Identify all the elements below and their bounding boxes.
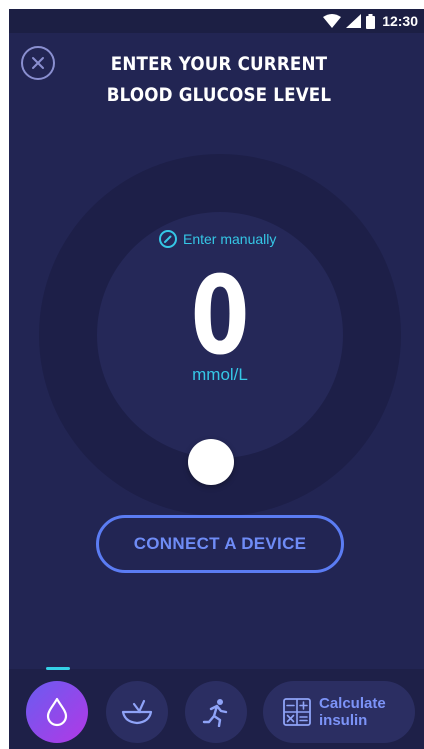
bowl-icon: [121, 699, 153, 725]
nav-glucose-button[interactable]: [26, 681, 88, 743]
enter-manually-link[interactable]: Enter manually: [159, 227, 276, 251]
calculate-insulin-label-line2: insulin: [319, 712, 368, 729]
page-title-line2: BLOOD GLUCOSE LEVEL: [106, 84, 332, 106]
calculate-insulin-button[interactable]: Calculate insulin: [263, 681, 415, 743]
glucose-unit: mmol/L: [192, 365, 248, 384]
nav-food-button[interactable]: [106, 681, 168, 743]
battery-icon: [366, 13, 376, 29]
app-screen: 12:30 ENTER YOUR CURRENT BLOOD GLUCOSE L…: [9, 9, 424, 749]
connect-device-button[interactable]: CONNECT A DEVICE: [96, 515, 344, 573]
status-bar: 12:30: [9, 9, 424, 33]
pencil-icon: [159, 230, 177, 248]
calculate-insulin-label: Calculate insulin: [319, 695, 399, 729]
calculate-insulin-label-line1: Calculate: [319, 695, 386, 712]
close-button[interactable]: [21, 46, 55, 80]
glucose-slider-knob[interactable]: [188, 439, 234, 485]
wifi-icon: [323, 14, 342, 28]
drop-icon: [46, 697, 68, 727]
status-time: 12:30: [382, 13, 418, 29]
enter-manually-label: Enter manually: [183, 231, 277, 247]
active-tab-indicator: [46, 667, 70, 670]
nav-activity-button[interactable]: [185, 681, 247, 743]
signal-icon: [346, 14, 362, 28]
close-icon: [32, 57, 44, 69]
calculator-icon: [283, 698, 311, 726]
page-title-line1: ENTER YOUR CURRENT: [110, 53, 328, 75]
glucose-value: 0: [190, 254, 250, 379]
running-icon: [202, 699, 228, 727]
page-title: ENTER YOUR CURRENT BLOOD GLUCOSE LEVEL: [78, 49, 360, 111]
